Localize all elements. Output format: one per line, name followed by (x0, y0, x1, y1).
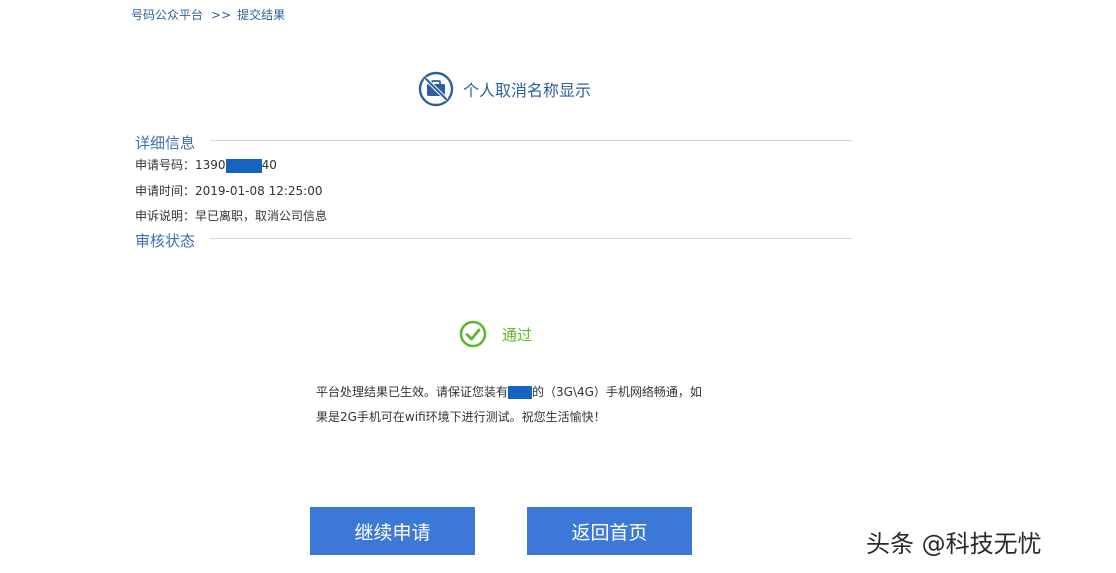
reason-value: 早已离职，取消公司信息 (195, 209, 328, 223)
phone-prefix: 1390 (195, 158, 226, 172)
briefcase-prohibited-icon (418, 71, 454, 107)
phone-label: 申请号码： (135, 158, 196, 172)
review-section-title: 审核状态 (135, 232, 196, 250)
result-message-line-2: 果是2G手机可在wifi环境下进行测试。祝您生活愉快！ (316, 410, 606, 424)
result-message-line-1: 平台处理结果已生效。请保证您装有 的（3G\4G）手机网络畅通，如 (316, 383, 702, 400)
time-value: 2019-01-08 12:25:00 (195, 184, 323, 198)
breadcrumb: 号码公众平台 >> 提交结果 (131, 6, 285, 23)
carrier-redaction (508, 386, 533, 399)
check-circle-icon (459, 320, 487, 348)
continue-apply-button[interactable]: 继续申请 (310, 507, 475, 555)
phone-redaction (225, 158, 262, 173)
review-divider (210, 238, 852, 239)
time-label: 申请时间： (135, 184, 196, 198)
status-text: 通过 (502, 325, 533, 344)
breadcrumb-separator: >> (211, 8, 232, 22)
detail-reason-row: 申诉说明：早已离职，取消公司信息 (135, 207, 327, 224)
review-status: 通过 (459, 320, 532, 348)
phone-suffix: 40 (261, 158, 277, 172)
result-text-part: 平台处理结果已生效。请保证您装有 (316, 385, 509, 399)
result-text-part: 的（3G\4G）手机网络畅通，如 (532, 385, 702, 399)
details-divider (210, 140, 852, 141)
reason-label: 申诉说明： (135, 209, 196, 223)
return-home-button[interactable]: 返回首页 (527, 507, 692, 555)
detail-time-row: 申请时间：2019-01-08 12:25:00 (135, 182, 322, 199)
watermark: 头条 @科技无忧 (866, 530, 1042, 558)
detail-phone-row: 申请号码：1390 40 (135, 156, 277, 173)
page-title: 个人取消名称显示 (463, 81, 592, 100)
details-section-title: 详细信息 (135, 134, 196, 152)
breadcrumb-current: 提交结果 (237, 8, 286, 22)
breadcrumb-root-link[interactable]: 号码公众平台 (131, 8, 203, 22)
page-heading: 个人取消名称显示 (418, 71, 591, 107)
